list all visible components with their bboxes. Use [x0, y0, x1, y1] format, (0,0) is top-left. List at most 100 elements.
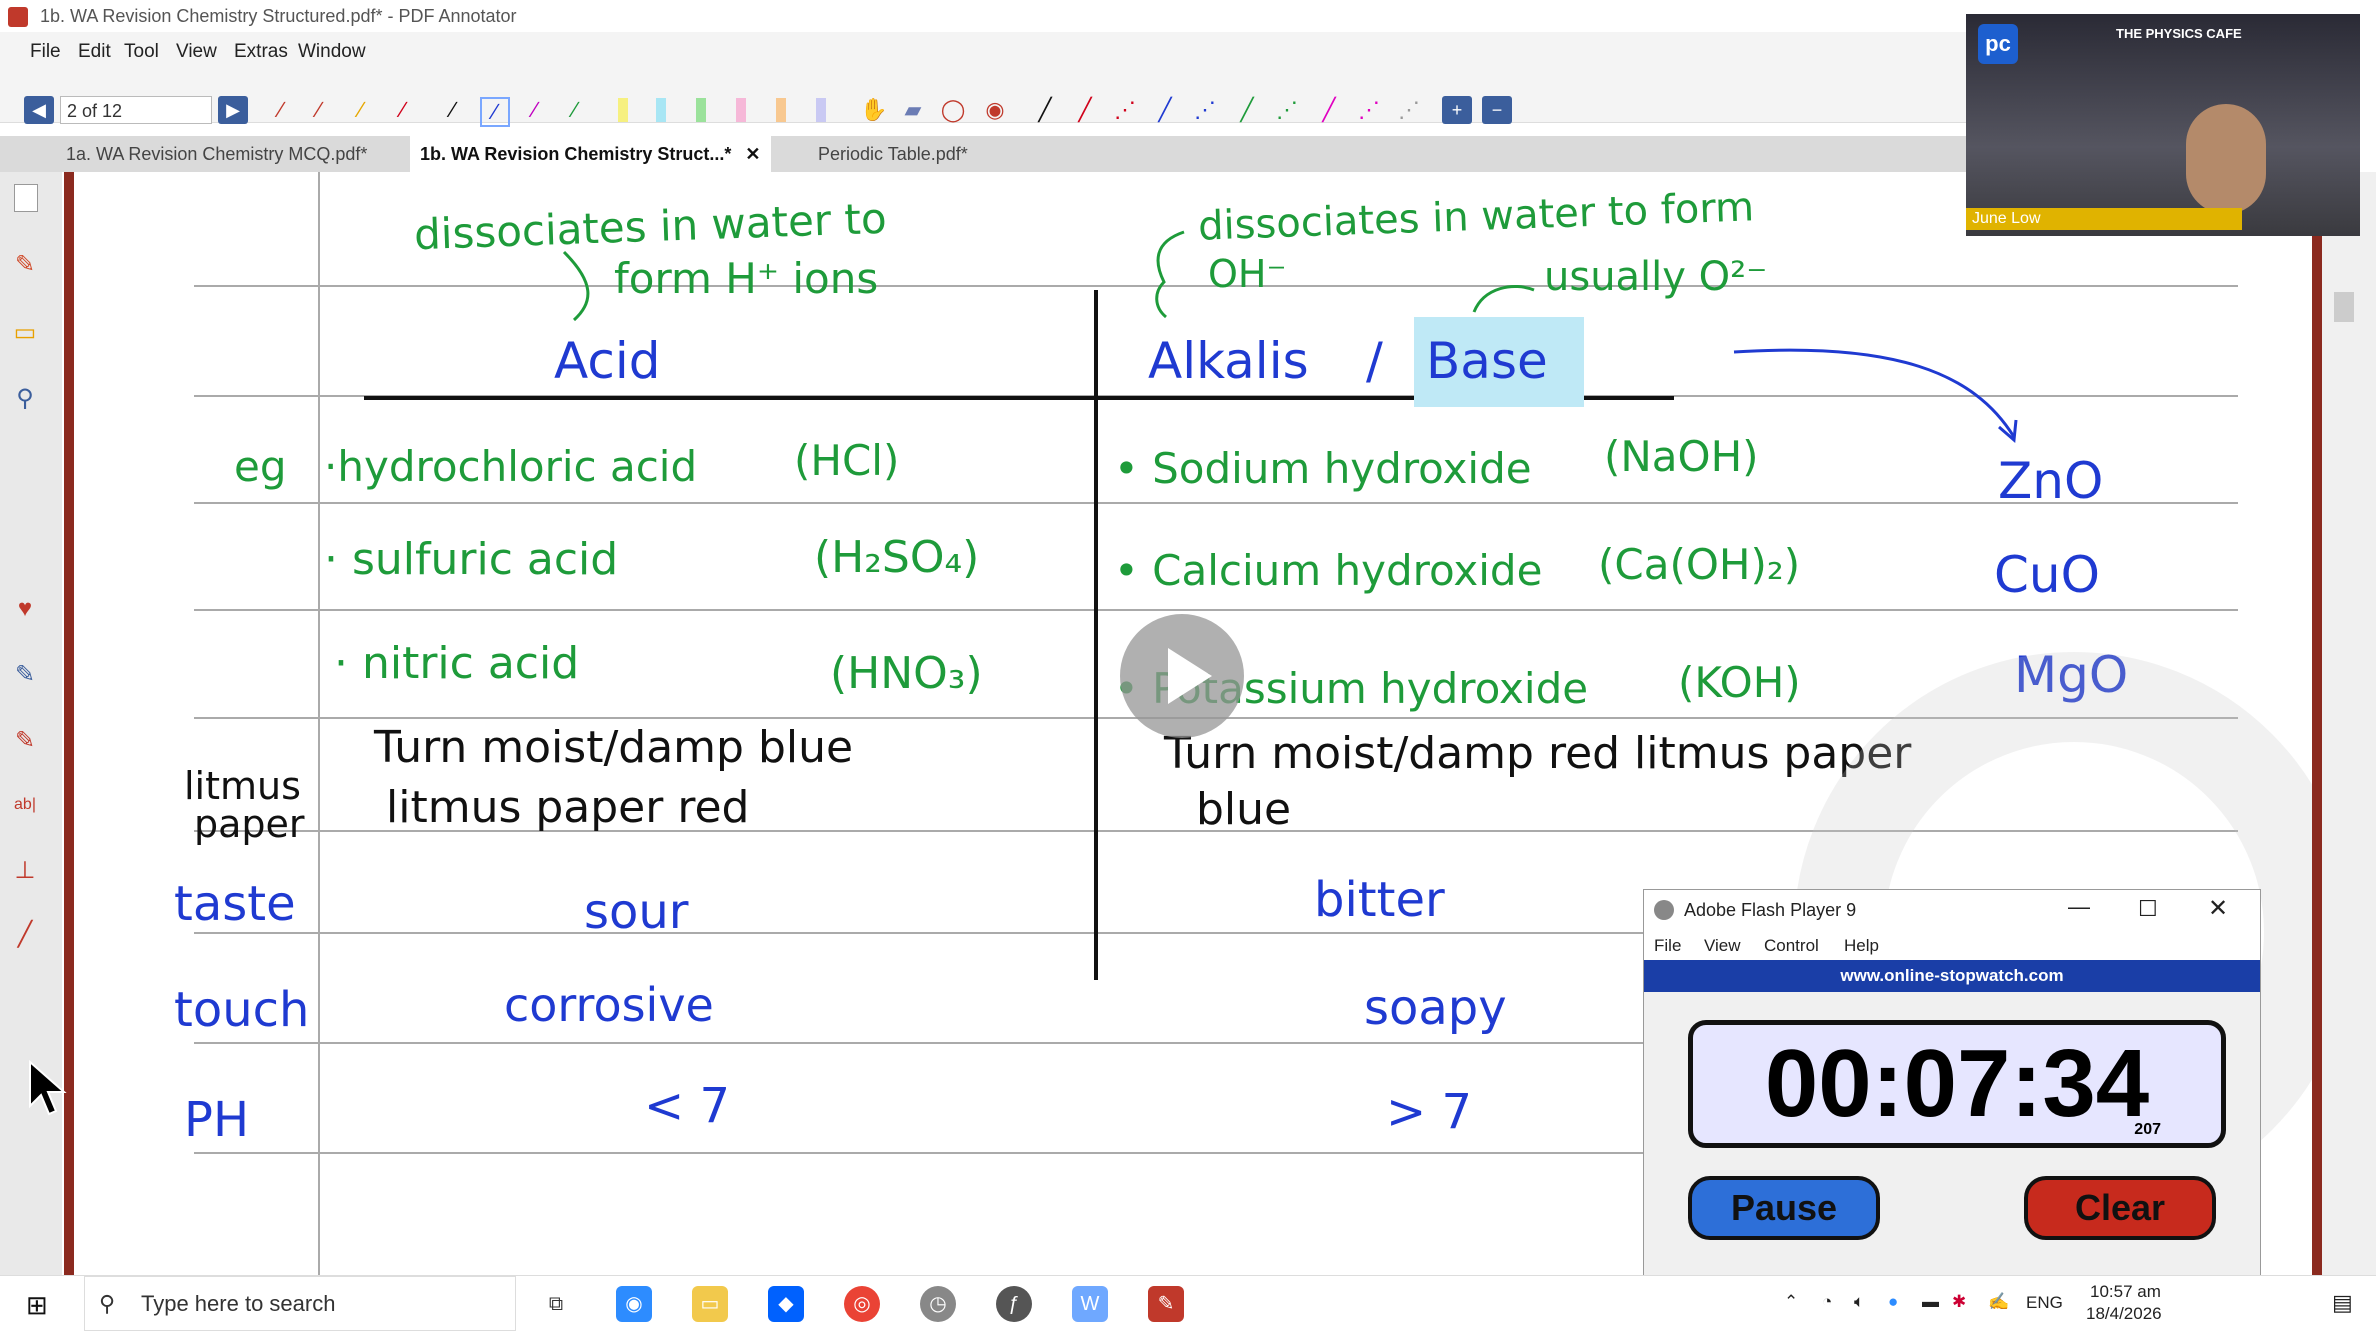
menu-window[interactable]: Window [298, 41, 366, 63]
tab-periodic-table[interactable]: Periodic Table.pdf* [808, 136, 978, 172]
zoom-icon[interactable]: ◉ [616, 1286, 652, 1322]
pen-tray-icon[interactable]: ✍ [1988, 1292, 2009, 1312]
page-thumbnail-icon[interactable] [14, 184, 38, 212]
highlighter-purple-icon[interactable] [816, 98, 826, 122]
volume-icon[interactable]: 🔈︎ [1854, 1292, 1864, 1312]
menu-view[interactable]: View [176, 41, 217, 63]
dashed-line-red-icon[interactable]: ⋰ [1112, 97, 1138, 123]
pen-green-icon[interactable]: ∕ [562, 97, 588, 123]
close-tab-icon[interactable]: ✕ [745, 144, 760, 164]
line-green-icon[interactable]: ╱ [1234, 97, 1260, 123]
flash-menu-control[interactable]: Control [1764, 936, 1819, 956]
marker-tool-icon[interactable]: ✎ [10, 726, 40, 756]
highlighter-green-icon[interactable] [696, 98, 706, 122]
whiteboard-icon[interactable]: W [1072, 1286, 1108, 1322]
line-tool-icon[interactable]: ╱ [10, 920, 40, 950]
flash-app-icon[interactable]: ƒ [996, 1286, 1032, 1322]
menu-edit[interactable]: Edit [78, 41, 111, 63]
scroll-thumb[interactable] [2334, 292, 2354, 322]
tab-mcq[interactable]: 1a. WA Revision Chemistry MCQ.pdf* [56, 136, 377, 172]
highlighter-orange-icon[interactable] [776, 98, 786, 122]
line-magenta-icon[interactable]: ╱ [1316, 97, 1342, 123]
app-tray-icon[interactable]: ✱ [1952, 1292, 1966, 1312]
pen-magenta-icon[interactable]: ∕ [522, 97, 548, 123]
acid-litmus-line2: litmus paper red [386, 782, 750, 833]
file-explorer-icon[interactable]: ▭ [692, 1286, 728, 1322]
flash-icon [1654, 900, 1674, 920]
menu-bar: File Edit Tool View Extras Window [0, 32, 1968, 70]
base-example-1: • Sodium hydroxide [1114, 444, 1532, 493]
flash-menu-view[interactable]: View [1704, 936, 1741, 956]
chevron-up-icon[interactable]: ⌃ [1784, 1292, 1798, 1312]
acid-example-1: ·hydrochloric acid [324, 442, 698, 491]
pen-red-icon[interactable]: ∕ [268, 97, 294, 123]
stamp-circle-icon[interactable]: ◉ [982, 97, 1008, 123]
base-ph: > 7 [1386, 1084, 1473, 1140]
eraser-icon[interactable]: ▰ [900, 97, 926, 123]
clear-button[interactable]: Clear [2024, 1176, 2216, 1240]
video-play-button[interactable] [1120, 614, 1244, 738]
previous-page-button[interactable]: ◀ [24, 96, 54, 124]
task-view-icon[interactable]: ⧉ [538, 1286, 574, 1322]
dropbox-icon[interactable]: ◆ [768, 1286, 804, 1322]
pen-yellow-icon[interactable]: ∕ [348, 97, 374, 123]
dashed-line-gray-icon[interactable]: ⋰ [1396, 97, 1422, 123]
taskbar-search-box[interactable]: ⚲ Type here to search [84, 1276, 516, 1331]
dashed-line-magenta-icon[interactable]: ⋰ [1356, 97, 1382, 123]
line-red-icon[interactable]: ╱ [1072, 97, 1098, 123]
clock-app-icon[interactable]: ◷ [920, 1286, 956, 1322]
document-tab-bar: 1a. WA Revision Chemistry MCQ.pdf* 1b. W… [0, 136, 1968, 172]
flash-menu-file[interactable]: File [1654, 936, 1681, 956]
base-note-line2: OH⁻ [1208, 252, 1287, 296]
zoom-tray-icon[interactable]: ● [1888, 1292, 1898, 1312]
network-icon[interactable]: ◔ [1822, 1292, 1832, 1312]
menu-file[interactable]: File [30, 41, 61, 63]
pen-red-icon[interactable]: ∕ [306, 97, 332, 123]
search-placeholder: Type here to search [141, 1291, 336, 1316]
attachment-icon[interactable]: ⚲ [10, 384, 40, 414]
text-box-icon[interactable]: ab| [10, 790, 40, 820]
pdf-annotator-taskbar-icon[interactable]: ✎ [1148, 1286, 1184, 1322]
pen-blue-icon[interactable]: ∕ [480, 97, 510, 127]
menu-tool[interactable]: Tool [124, 41, 159, 63]
menu-extras[interactable]: Extras [234, 41, 288, 63]
tab-structured[interactable]: 1b. WA Revision Chemistry Struct...* ✕ [410, 136, 771, 172]
minimize-icon[interactable]: — [2068, 894, 2090, 920]
pen-black-icon[interactable]: ∕ [440, 97, 466, 123]
lasso-icon[interactable]: ◯ [940, 97, 966, 123]
clock-time[interactable]: 10:57 am [2090, 1282, 2161, 1302]
chrome-icon[interactable]: ◎ [844, 1286, 880, 1322]
pdf-annotator-icon [8, 7, 28, 27]
close-icon[interactable]: ✕ [2208, 894, 2228, 923]
zoom-in-button[interactable]: + [1442, 96, 1472, 124]
notification-icon[interactable]: ▤ [2332, 1290, 2353, 1316]
stopwatch-milliseconds: 207 [2134, 1121, 2161, 1138]
note-icon[interactable]: ▭ [10, 318, 40, 348]
stamp-icon[interactable]: ⊥ [10, 856, 40, 886]
header-acid: Acid [554, 332, 661, 390]
battery-icon[interactable]: ▬ [1922, 1292, 1939, 1312]
line-black-icon[interactable]: ╱ [1032, 97, 1058, 123]
pen-tool-icon[interactable]: ✎ [10, 250, 40, 280]
page-number-field[interactable]: 2 of 12 [60, 96, 212, 124]
language-indicator[interactable]: ENG [2026, 1293, 2063, 1313]
zoom-out-button[interactable]: − [1482, 96, 1512, 124]
highlighter-yellow-icon[interactable] [618, 98, 628, 122]
next-page-button[interactable]: ▶ [218, 96, 248, 124]
clock-date[interactable]: 18/4/2026 [2086, 1304, 2162, 1324]
windows-start-icon[interactable]: ⊞ [26, 1290, 48, 1321]
favorite-icon[interactable]: ♥ [10, 594, 40, 624]
row-label-litmus-2: paper [194, 802, 305, 846]
pause-button[interactable]: Pause [1688, 1176, 1880, 1240]
highlighter-pink-icon[interactable] [736, 98, 746, 122]
dashed-line-blue-icon[interactable]: ⋰ [1192, 97, 1218, 123]
vertical-scrollbar[interactable] [2322, 172, 2376, 1275]
maximize-icon[interactable]: ☐ [2138, 896, 2158, 922]
pen-blue-tool-icon[interactable]: ✎ [10, 660, 40, 690]
highlighter-cyan-icon[interactable] [656, 98, 666, 122]
hand-icon[interactable]: ✋ [860, 97, 887, 123]
line-blue-icon[interactable]: ╱ [1152, 97, 1178, 123]
dashed-line-green-icon[interactable]: ⋰ [1274, 97, 1300, 123]
flash-menu-help[interactable]: Help [1844, 936, 1879, 956]
pen-red-icon[interactable]: ∕ [390, 97, 416, 123]
